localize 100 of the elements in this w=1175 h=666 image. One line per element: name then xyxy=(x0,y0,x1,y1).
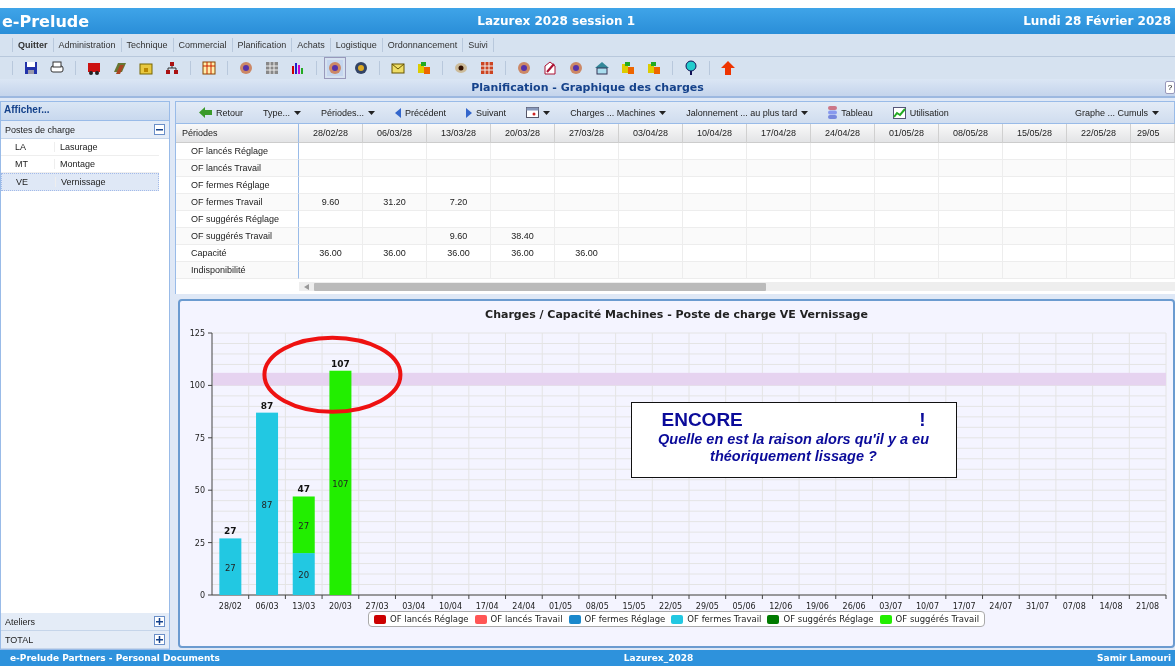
section-label: Postes de charge xyxy=(5,124,76,135)
x-tick-label: 19/06 xyxy=(805,602,829,611)
callout-title: ENCORE xyxy=(661,409,743,431)
caret-icon xyxy=(543,110,551,115)
legend-swatch xyxy=(474,614,487,624)
help-button[interactable]: ? xyxy=(1165,81,1175,94)
x-tick-label: 24/07 xyxy=(988,602,1012,611)
x-tick-label: 14/08 xyxy=(1098,602,1122,611)
table-button[interactable]: Tableau xyxy=(823,106,878,119)
sidebar-header: Afficher... xyxy=(1,102,169,121)
page-title: Planification - Graphique des charges xyxy=(471,81,704,94)
printer-icon[interactable] xyxy=(49,60,65,76)
y-tick-label: 50 xyxy=(194,486,205,496)
envelope-icon[interactable] xyxy=(390,60,406,76)
gear-icon[interactable] xyxy=(516,60,532,76)
column-header[interactable]: 08/05/28 xyxy=(939,124,1003,143)
legend-swatch xyxy=(374,614,386,624)
callout-text: Quelle en est la raison alors qu'il y a eu théoriquement lissage ? xyxy=(657,431,930,465)
dropdown-button[interactable]: Jalonnement ... au plus tard xyxy=(681,107,814,118)
status-text: Samir Lamouri xyxy=(1097,653,1171,663)
grid-icon[interactable] xyxy=(264,60,280,76)
plus-icon xyxy=(156,636,163,643)
eye-icon[interactable] xyxy=(453,60,469,76)
truck-icon[interactable] xyxy=(86,60,102,76)
minus-icon xyxy=(156,128,163,131)
pencil-icon[interactable] xyxy=(542,60,558,76)
sidebar-item[interactable]: LA Lasurage xyxy=(1,139,159,156)
dropdown-button[interactable]: Graphe ... Cumuls xyxy=(1069,107,1164,118)
network-icon[interactable] xyxy=(164,60,180,76)
window-title: Lazurex 2028 session 1 xyxy=(477,14,636,28)
legend-label: OF fermes Travail xyxy=(687,614,762,624)
grid-icon[interactable] xyxy=(479,60,495,76)
column-header[interactable]: 03/04/28 xyxy=(619,124,683,143)
expand-button[interactable] xyxy=(154,616,165,627)
menu-item[interactable]: Ordonnancement xyxy=(382,40,463,50)
sidebar-item[interactable]: VE Vernissage xyxy=(1,173,159,191)
caret-icon xyxy=(1152,110,1159,115)
database-icon xyxy=(828,106,838,119)
segment-label: 107 xyxy=(331,478,349,489)
legend-label: OF fermes Réglage xyxy=(584,614,666,624)
menu-item[interactable]: Quitter xyxy=(13,40,53,50)
legend-label: OF suggérés Travail xyxy=(895,614,979,624)
left-triangle-icon xyxy=(395,107,402,118)
x-tick-label: 10/04 xyxy=(438,602,462,611)
column-header[interactable]: Périodes xyxy=(176,124,299,143)
bar-segment xyxy=(292,553,315,595)
menu-item[interactable]: Suivi xyxy=(463,40,493,50)
x-tick-label: 13/03 xyxy=(291,602,315,611)
menu-item[interactable]: Achats xyxy=(292,40,330,50)
back-button[interactable]: Retour xyxy=(194,107,248,118)
segment-label: 27 xyxy=(297,520,309,531)
dropdown-button[interactable]: Charges ... Machines xyxy=(565,107,672,118)
dropdown-button[interactable]: Type... xyxy=(258,107,307,118)
utilisation-button[interactable]: Utilisation xyxy=(887,106,954,119)
status-text: Lazurex_2028 xyxy=(623,653,694,663)
next-button[interactable]: Suivant xyxy=(461,107,512,118)
column-header[interactable]: 20/03/28 xyxy=(491,124,555,143)
app-name: e-Prelude xyxy=(2,11,90,31)
column-header[interactable]: 10/04/28 xyxy=(683,124,747,143)
expand-button[interactable] xyxy=(154,634,165,645)
segment-label: 87 xyxy=(261,499,272,510)
legend-swatch xyxy=(671,614,684,624)
chart-title: Charges / Capacité Machines - Poste de charge VE Vernissage xyxy=(485,308,868,321)
floppy-icon[interactable] xyxy=(23,60,39,76)
column-header[interactable]: 27/03/28 xyxy=(555,124,619,143)
menu-item[interactable]: Planification xyxy=(232,40,292,50)
segment-label: 20 xyxy=(297,570,309,581)
house-icon[interactable] xyxy=(594,60,610,76)
column-header[interactable]: 28/02/28 xyxy=(299,124,363,143)
x-tick-label: 27/03 xyxy=(365,602,389,611)
column-header[interactable]: 06/03/28 xyxy=(363,124,427,143)
row-label: Indisponibilité xyxy=(176,262,299,279)
x-tick-label: 15/05 xyxy=(621,602,645,611)
column-header[interactable]: 22/05/28 xyxy=(1067,124,1131,143)
calendar-icon[interactable] xyxy=(201,60,217,76)
column-header[interactable]: 24/04/28 xyxy=(811,124,875,143)
column-header[interactable]: 01/05/28 xyxy=(875,124,939,143)
status-text: e-Prelude Partners - Personal Documents xyxy=(10,653,220,663)
column-header[interactable]: 15/05/28 xyxy=(1003,124,1067,143)
menu-item[interactable]: Administration xyxy=(53,40,121,50)
segment-label: 27 xyxy=(224,562,236,573)
gear-icon[interactable] xyxy=(568,60,584,76)
collapse-button[interactable] xyxy=(154,124,165,135)
x-tick-label: 26/06 xyxy=(842,602,866,611)
bar-chart-icon[interactable] xyxy=(290,60,306,76)
column-header[interactable]: 29/05 xyxy=(1131,124,1175,143)
bar-segment xyxy=(218,538,241,595)
column-header[interactable]: 17/04/28 xyxy=(747,124,811,143)
column-header[interactable]: 13/03/28 xyxy=(427,124,491,143)
menu-item[interactable]: Commercial xyxy=(173,40,232,50)
bar-segment xyxy=(292,496,315,554)
gear-icon[interactable] xyxy=(327,60,343,76)
dropdown-button[interactable]: Périodes... xyxy=(316,107,381,118)
menu-item[interactable]: Logistique xyxy=(330,40,382,50)
up-arrow-icon[interactable] xyxy=(720,60,736,76)
gear-icon[interactable] xyxy=(238,60,254,76)
previous-button[interactable]: Précédent xyxy=(390,107,452,118)
menu-item[interactable]: Technique xyxy=(121,40,173,50)
scrollbar-thumb[interactable] xyxy=(314,282,766,291)
row-label: OF suggérés Travail xyxy=(176,228,299,245)
